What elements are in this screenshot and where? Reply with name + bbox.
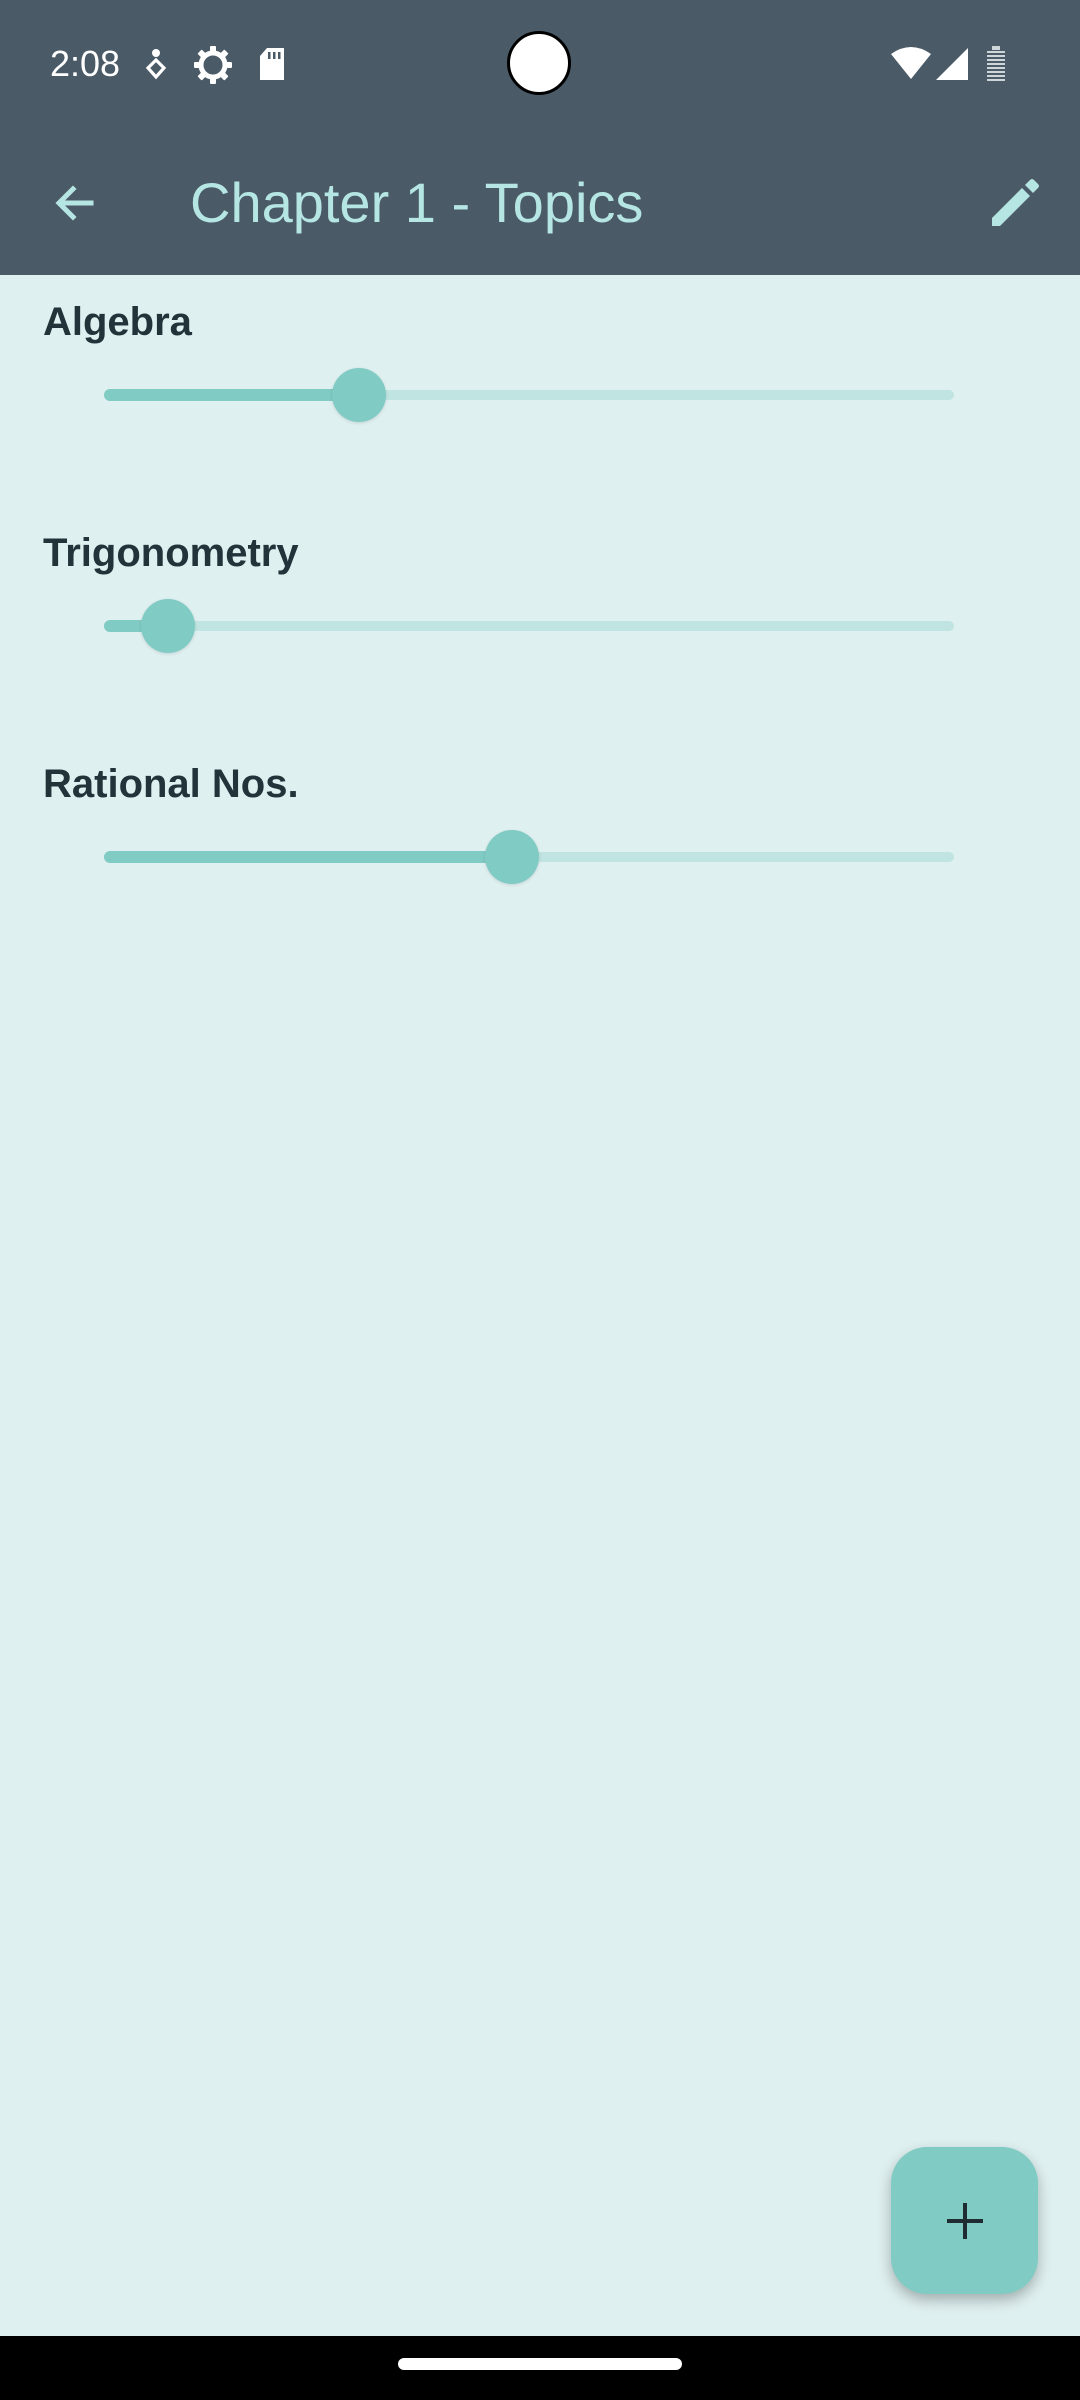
topic-label: Algebra [43,300,192,344]
topic-item-algebra: Algebra [0,275,1080,506]
topic-item-trigonometry: Trigonometry [0,506,1080,737]
edit-button[interactable] [980,168,1050,238]
screen: 2:08 Chapter 1 - Topics Algebra Trigonom… [0,0,1080,2400]
add-topic-button[interactable] [891,2147,1038,2294]
status-bar: 2:08 [0,0,1080,130]
accessibility-icon [145,49,167,80]
app-bar: Chapter 1 - Topics [0,130,1080,275]
sd-card-icon [260,48,284,80]
wifi-icon [891,47,931,79]
topic-label: Rational Nos. [43,762,299,806]
slider-fill [104,389,359,401]
home-gesture-handle[interactable] [398,2358,682,2370]
navigation-bar [0,2336,1080,2400]
front-camera-cutout [507,31,571,95]
slider-fill [104,851,512,863]
slider-thumb[interactable] [140,599,195,653]
cell-signal-icon [936,48,968,80]
topic-label: Trigonometry [43,531,299,575]
slider-thumb[interactable] [332,368,386,422]
settings-gear-icon [194,46,232,84]
topic-progress-slider[interactable] [104,368,954,422]
page-title: Chapter 1 - Topics [190,171,644,234]
topic-item-rational-nos: Rational Nos. [0,737,1080,968]
back-button[interactable] [40,168,110,238]
arrow-back-icon [55,185,94,221]
topic-list: Algebra Trigonometry Rational Nos. [0,275,1080,968]
topic-progress-slider[interactable] [104,830,954,884]
pencil-edit-icon [992,179,1039,226]
slider-thumb[interactable] [485,830,539,884]
slider-track [104,621,954,631]
plus-icon [946,2202,983,2239]
topic-progress-slider[interactable] [104,599,954,653]
status-time: 2:08 [50,43,121,84]
battery-icon [987,46,1005,81]
